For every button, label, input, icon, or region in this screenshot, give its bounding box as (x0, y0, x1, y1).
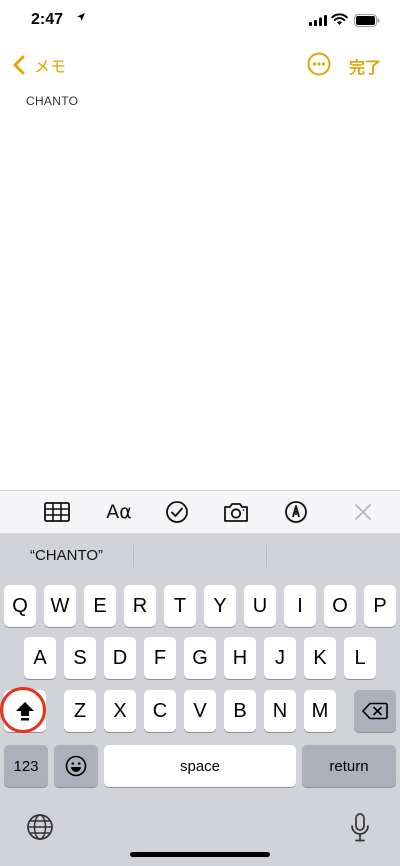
nav-bar: メモ 完了 (0, 44, 400, 84)
key-r[interactable]: R (124, 585, 156, 627)
status-time: 2:47 (31, 11, 64, 28)
key-h[interactable]: H (224, 637, 256, 679)
delete-key[interactable] (354, 690, 396, 732)
key-e[interactable]: E (84, 585, 116, 627)
key-o[interactable]: O (324, 585, 356, 627)
format-toolbar: Aα (0, 490, 400, 533)
key-w[interactable]: W (44, 585, 76, 627)
chevron-left-icon (13, 55, 25, 75)
table-button[interactable] (44, 499, 70, 525)
return-key[interactable]: return (302, 745, 396, 787)
mic-icon[interactable] (349, 813, 371, 843)
key-d[interactable]: D (104, 637, 136, 679)
key-g[interactable]: G (184, 637, 216, 679)
globe-icon[interactable] (26, 813, 54, 841)
emoji-key[interactable] (54, 745, 98, 787)
key-f[interactable]: F (144, 637, 176, 679)
delete-icon (362, 702, 388, 720)
key-a[interactable]: A (24, 637, 56, 679)
suggestion-divider (266, 545, 267, 567)
key-q[interactable]: Q (4, 585, 36, 627)
key-p[interactable]: P (364, 585, 396, 627)
back-button[interactable]: メモ (10, 53, 66, 77)
key-y[interactable]: Y (204, 585, 236, 627)
camera-button[interactable] (223, 499, 249, 525)
key-c[interactable]: C (144, 690, 176, 732)
key-u[interactable]: U (244, 585, 276, 627)
battery-icon (354, 14, 380, 27)
key-x[interactable]: X (104, 690, 136, 732)
key-t[interactable]: T (164, 585, 196, 627)
location-arrow-icon (77, 13, 85, 21)
key-s[interactable]: S (64, 637, 96, 679)
done-button[interactable]: 完了 (349, 54, 381, 78)
keyboard: “CHANTO” Q W E R T Y U I O P A S D F G H… (0, 533, 400, 866)
key-m[interactable]: M (304, 690, 336, 732)
key-n[interactable]: N (264, 690, 296, 732)
key-b[interactable]: B (224, 690, 256, 732)
key-z[interactable]: Z (64, 690, 96, 732)
key-j[interactable]: J (264, 637, 296, 679)
checklist-icon (166, 501, 188, 523)
key-k[interactable]: K (304, 637, 336, 679)
markup-icon (285, 501, 307, 523)
checklist-button[interactable] (164, 499, 190, 525)
suggestion-word[interactable]: “CHANTO” (0, 533, 133, 577)
camera-icon (224, 503, 248, 522)
suggestion-bar: “CHANTO” (0, 533, 400, 577)
table-icon (44, 502, 70, 522)
close-icon (355, 504, 371, 520)
note-body-text[interactable]: CHANTO (26, 94, 78, 108)
key-l[interactable]: L (344, 637, 376, 679)
shift-key[interactable] (4, 690, 46, 732)
format-text-button[interactable]: Aα (104, 499, 134, 525)
markup-button[interactable] (283, 499, 309, 525)
shift-icon (16, 702, 34, 721)
signal-icon (309, 15, 327, 26)
key-i[interactable]: I (284, 585, 316, 627)
space-key[interactable]: space (104, 745, 296, 787)
suggestion-divider (133, 545, 134, 567)
home-indicator (130, 852, 270, 857)
key-v[interactable]: V (184, 690, 216, 732)
numbers-key[interactable]: 123 (4, 745, 48, 787)
emoji-icon (65, 755, 87, 777)
status-bar: 2:47 (0, 0, 400, 44)
more-icon[interactable] (307, 52, 331, 76)
wifi-icon (331, 13, 348, 25)
back-label: メモ (34, 59, 67, 76)
close-keyboard-button[interactable] (350, 499, 376, 525)
